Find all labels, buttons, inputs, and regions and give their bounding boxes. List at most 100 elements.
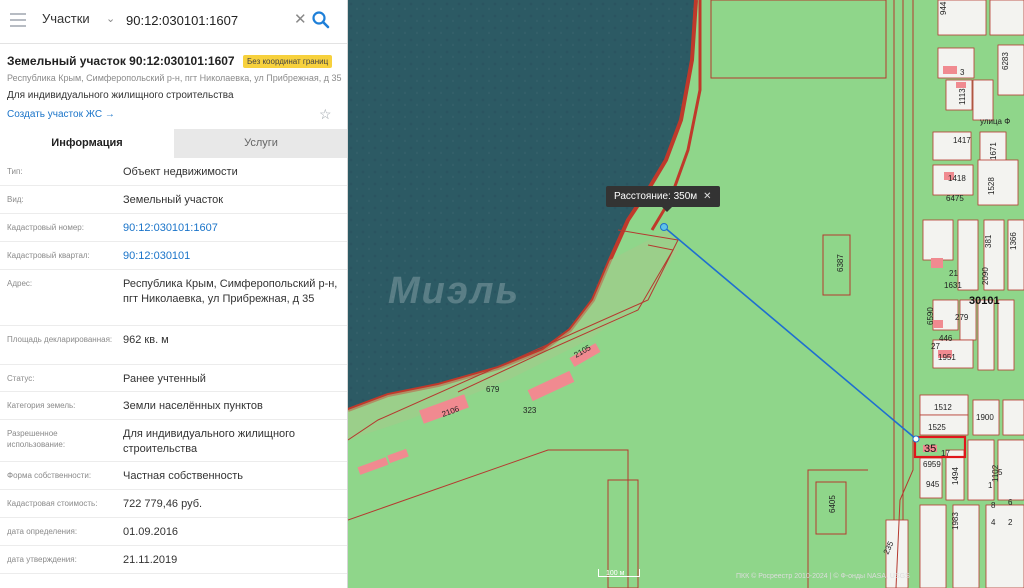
svg-text:1494: 1494: [951, 467, 960, 485]
distance-tooltip: Расстояние: 350м ✕: [606, 186, 720, 212]
chevron-down-icon[interactable]: ⌄: [106, 12, 115, 25]
row-value: 01.09.2016: [123, 526, 179, 538]
star-icon[interactable]: ☆: [319, 106, 332, 123]
svg-text:1900: 1900: [976, 413, 994, 422]
scale-label: 100 м: [606, 570, 625, 577]
cadastral-map[interactable]: 35 2106 2105 679 323 6387 6405 1512 1525…: [348, 0, 1024, 588]
address-subtitle: Республика Крым, Симферопольский р-н, пг…: [7, 73, 342, 83]
row-label: Категория земель:: [7, 401, 76, 410]
table-row: Категория земель: Земли населённых пункт…: [0, 392, 347, 420]
row-label: Кадастровая стоимость:: [7, 499, 98, 508]
info-panel: Участки ⌄ ✕ Земельный участок 90:12:0301…: [0, 0, 348, 588]
row-value: Частная собственность: [123, 470, 244, 482]
svg-text:6387: 6387: [836, 254, 845, 272]
map-attribution: ПКК © Росреестр 2010-2024 | © Ф-онды NAS…: [736, 573, 910, 580]
close-icon[interactable]: ✕: [294, 10, 307, 28]
selected-parcel-number: 35: [924, 443, 936, 455]
quarter-number: 30101: [969, 295, 1000, 307]
row-label: дата утверждения:: [7, 555, 77, 564]
row-value: 21.11.2019: [123, 554, 178, 566]
svg-text:1418: 1418: [948, 174, 966, 183]
watermark-logo: Миэль: [388, 270, 521, 312]
svg-text:1671: 1671: [989, 142, 998, 160]
svg-text:323: 323: [523, 406, 537, 415]
measure-end-point: [912, 435, 920, 443]
svg-text:446: 446: [939, 334, 953, 343]
table-row: Кадастровый номер: 90:12:030101:1607: [0, 214, 347, 242]
distance-label: Расстояние: 350м: [614, 191, 698, 202]
svg-text:21: 21: [949, 269, 958, 278]
table-row: Адрес: Республика Крым, Симферопольский …: [0, 270, 347, 326]
row-label: дата определения:: [7, 527, 78, 536]
search-bar: Участки ⌄ ✕: [0, 0, 347, 44]
table-row: Форма собственности: Частная собственнос…: [0, 462, 347, 490]
row-label: Вид:: [7, 195, 24, 204]
table-row: дата определения: 01.09.2016: [0, 518, 347, 546]
row-label: Статус:: [7, 374, 35, 383]
card-header: Земельный участок 90:12:030101:1607 Без …: [7, 52, 347, 70]
svg-text:6: 6: [1008, 498, 1013, 507]
svg-text:17: 17: [941, 449, 950, 458]
row-value: 722 779,46 руб.: [123, 498, 203, 510]
table-row: Площадь декларированная: 962 кв. м: [0, 326, 347, 365]
svg-text:1: 1: [988, 481, 993, 490]
measure-start-point: [660, 223, 668, 231]
row-label: Тип:: [7, 167, 23, 176]
search-type-select[interactable]: Участки: [42, 11, 90, 26]
svg-text:8: 8: [991, 501, 996, 510]
svg-text:944: 944: [939, 1, 948, 15]
svg-text:27: 27: [931, 342, 940, 351]
svg-text:5: 5: [998, 468, 1003, 477]
purpose-text: Для индивидуального жилищного строительс…: [7, 90, 234, 101]
svg-text:1631: 1631: [944, 281, 962, 290]
row-label: Адрес:: [7, 279, 33, 288]
svg-text:6959: 6959: [923, 460, 941, 469]
row-value: Объект недвижимости: [123, 166, 238, 178]
row-label: Форма собственности:: [7, 471, 92, 480]
svg-text:6590: 6590: [926, 307, 935, 325]
tab-services[interactable]: Услуги: [174, 129, 347, 158]
svg-text:6405: 6405: [828, 495, 837, 513]
svg-text:1528: 1528: [987, 177, 996, 195]
svg-text:1525: 1525: [928, 423, 946, 432]
svg-text:381: 381: [984, 234, 993, 248]
row-value: Республика Крым, Симферопольский р-н, пг…: [123, 278, 338, 305]
row-label: Кадастровый квартал:: [7, 251, 90, 260]
close-icon[interactable]: ✕: [703, 191, 711, 202]
search-input[interactable]: [126, 9, 286, 31]
row-label: Разрешенное использование:: [7, 429, 66, 449]
table-row: Кадастровая стоимость: 722 779,46 руб.: [0, 490, 347, 518]
svg-text:1983: 1983: [951, 512, 960, 530]
row-label: Кадастровый номер:: [7, 223, 84, 232]
svg-text:2090: 2090: [981, 267, 990, 285]
table-row: Вид: Земельный участок: [0, 186, 347, 214]
table-row: дата утверждения: 21.11.2019: [0, 546, 347, 574]
street-label: улица Ф: [980, 117, 1010, 126]
svg-text:679: 679: [486, 385, 500, 394]
menu-icon[interactable]: [10, 13, 26, 27]
row-value: Ранее учтенный: [123, 373, 206, 385]
create-parcel-link[interactable]: Создать участок ЖС →: [7, 109, 115, 120]
page-title: Земельный участок 90:12:030101:1607: [7, 54, 235, 68]
svg-text:1417: 1417: [953, 136, 971, 145]
table-row: Тип: Объект недвижимости: [0, 158, 347, 186]
svg-text:1512: 1512: [934, 403, 952, 412]
svg-text:3: 3: [960, 68, 965, 77]
svg-text:6475: 6475: [946, 194, 964, 203]
tab-information[interactable]: Информация: [0, 129, 174, 158]
row-value: Земельный участок: [123, 194, 224, 206]
cadastral-number-link[interactable]: 90:12:030101:1607: [123, 214, 347, 242]
svg-text:6283: 6283: [1001, 52, 1010, 70]
row-value: 962 кв. м: [123, 334, 169, 346]
cadastral-quarter-link[interactable]: 90:12:030101: [123, 242, 347, 270]
svg-text:945: 945: [926, 480, 940, 489]
table-row: Разрешенное использование: Для индивидуа…: [0, 420, 347, 462]
table-row: Кадастровый квартал: 90:12:030101: [0, 242, 347, 270]
svg-text:279: 279: [955, 313, 969, 322]
svg-text:1951: 1951: [938, 353, 956, 362]
table-row: Статус: Ранее учтенный: [0, 365, 347, 392]
svg-text:1366: 1366: [1009, 232, 1018, 250]
properties-table: Тип: Объект недвижимости Вид: Земельный …: [0, 158, 347, 574]
svg-text:2: 2: [1008, 518, 1013, 527]
magnifier-icon[interactable]: [311, 9, 331, 31]
